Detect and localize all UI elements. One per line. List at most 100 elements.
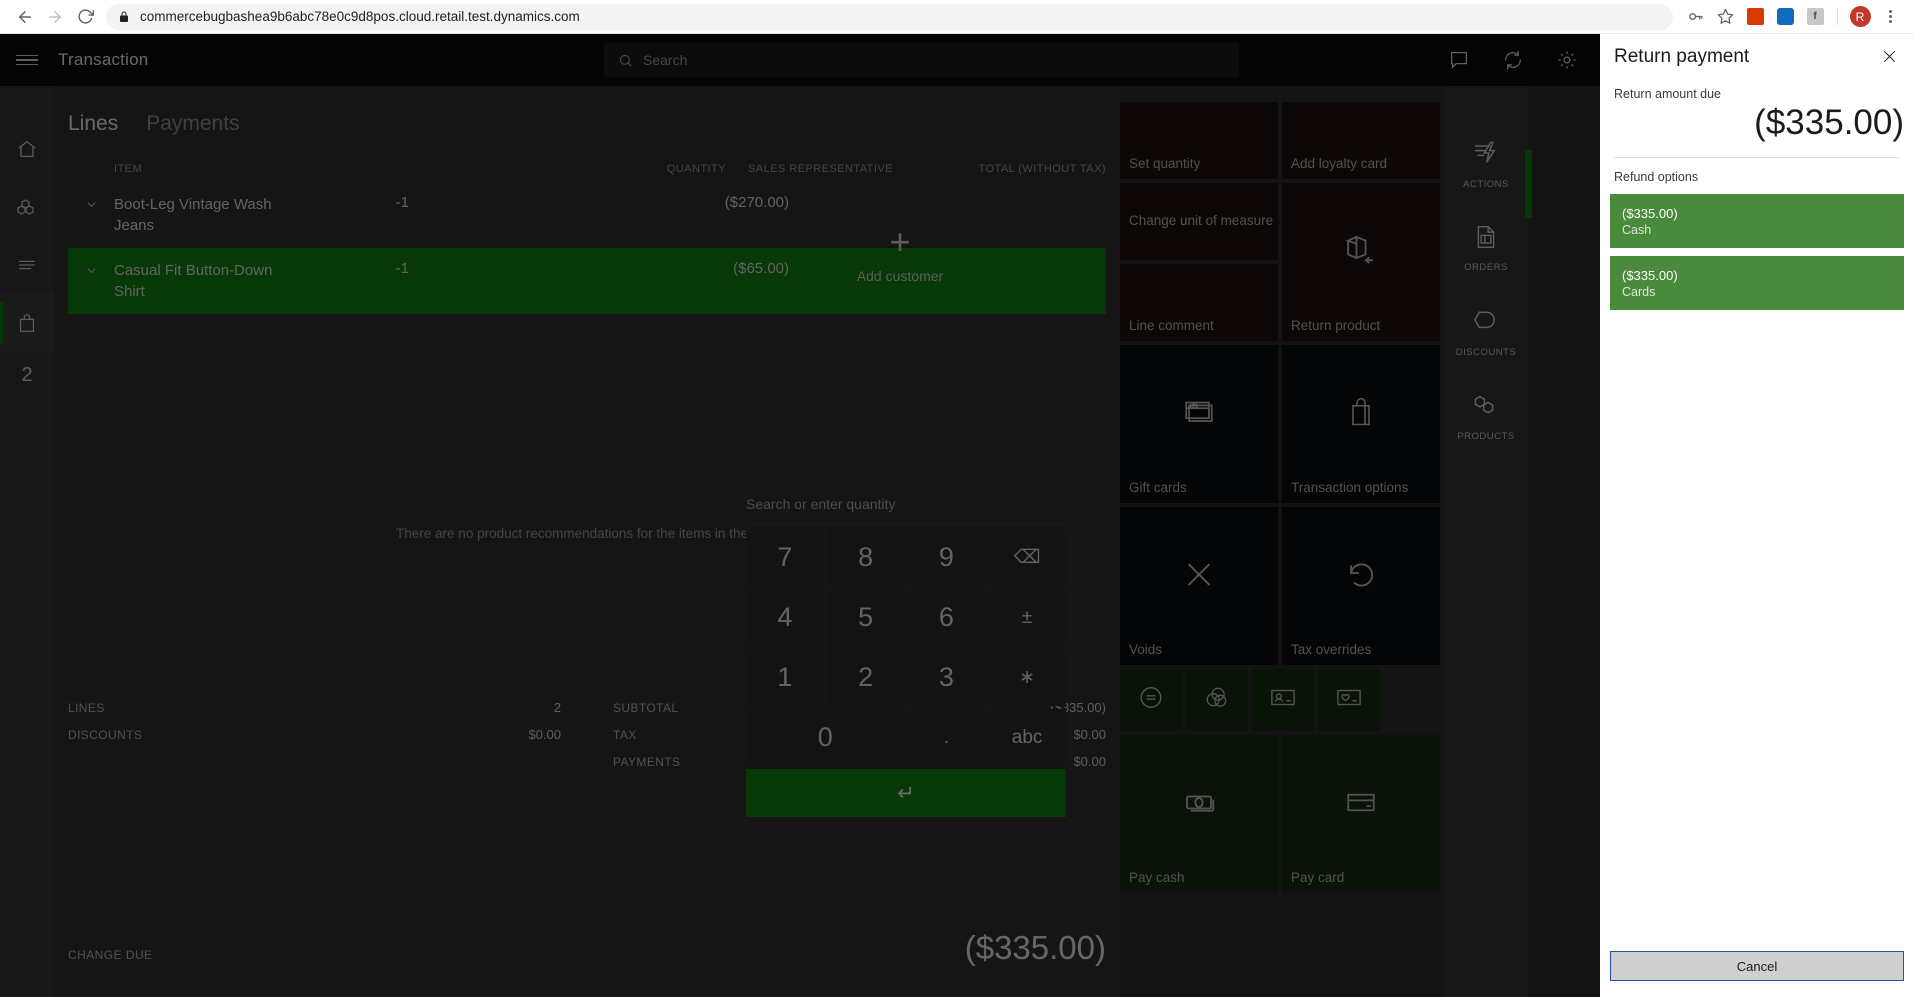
tile-row-5 [1120,669,1440,731]
equals-circle-icon [1138,685,1164,716]
tile-price-check[interactable] [1120,669,1182,731]
search-input[interactable]: Search [604,43,1239,77]
tile-gift-cards[interactable]: Gift cards [1120,345,1278,503]
sidebar-item-inventory[interactable] [0,178,54,236]
office-extension-icon[interactable] [1741,3,1769,31]
numpad-key-8[interactable]: 8 [826,529,905,586]
script-extension-icon[interactable]: f [1801,3,1829,31]
tile-pay-cash[interactable]: Pay cash [1120,735,1278,893]
dialog-spacer [1600,310,1914,951]
rail-label: DISCOUNTS [1455,346,1517,358]
tab-lines[interactable]: Lines [68,112,118,142]
tile-pay-card[interactable]: Pay card [1282,735,1440,893]
return-payment-dialog: Return payment Return amount due ($335.0… [1600,34,1914,997]
rail-discounts[interactable]: DISCOUNTS [1444,290,1528,374]
boxes-icon [1472,391,1500,424]
tab-payments[interactable]: Payments [146,112,239,142]
add-customer-label: Add customer [856,268,944,284]
kebab-menu-icon[interactable] [1876,3,1904,31]
search-icon [618,53,633,68]
tile-label: Add loyalty card [1291,156,1388,171]
browser-toolbar: commercebugbashea9b6abc78e0c9d8pos.cloud… [0,0,1914,34]
sidebar-item-cart[interactable] [0,294,54,352]
sync-icon[interactable] [1500,47,1526,73]
numpad-key-4[interactable]: 4 [746,589,824,646]
tile-voids[interactable]: Voids [1120,507,1278,665]
tile-label: Gift cards [1129,480,1187,495]
tile-label: Transaction options [1291,480,1409,495]
numpad-key-9[interactable]: 9 [907,529,986,586]
numpad-key-3[interactable]: 3 [907,649,986,706]
tile-customer-card[interactable] [1252,669,1314,731]
back-arrow-icon[interactable] [10,2,40,32]
tile-row-1: Set quantity Add loyalty card [1120,102,1440,179]
hamburger-menu-icon[interactable] [0,34,54,86]
numpad-divider [746,524,1066,525]
avatar[interactable]: R [1846,3,1874,31]
sidebar-item-home[interactable] [0,120,54,178]
tile-tax-overrides[interactable]: Tax overrides [1282,507,1440,665]
numpad-key-decimal[interactable]: . [907,709,986,766]
settings-gear-icon[interactable] [1554,47,1580,73]
tile-loyalty-card[interactable] [1318,669,1380,731]
rail-products[interactable]: PRODUCTS [1444,374,1528,458]
totals-value-tax: $0.00 [1073,727,1106,742]
refund-option-cards[interactable]: ($335.00) Cards [1610,256,1904,310]
totals-row-discounts: DISCOUNTS $0.00 [68,721,561,748]
tile-label: Set quantity [1129,156,1201,171]
pos-header: Transaction Search [0,34,1600,86]
tile-currency[interactable] [1186,669,1248,731]
refund-option-cash[interactable]: ($335.00) Cash [1610,194,1904,248]
tile-add-loyalty-card[interactable]: Add loyalty card [1282,102,1440,179]
tile-return-product[interactable]: Return product [1282,183,1440,341]
cancel-button[interactable]: Cancel [1610,951,1904,981]
address-bar[interactable]: commercebugbashea9b6abc78e0c9d8pos.cloud… [106,3,1673,30]
close-x-icon [1182,557,1216,596]
rail-orders[interactable]: ORDERS [1444,206,1528,290]
add-customer-button[interactable]: + Add customer [820,224,980,285]
column-header-total: TOTAL (WITHOUT TAX) [978,163,1106,175]
pos-application: Transaction Search 2 Lines Payments ITEM… [0,34,1914,997]
tile-row-2: Change unit of measure Line comment Retu… [1120,183,1440,341]
tile-line-comment[interactable]: Line comment [1120,264,1278,341]
discount-tag-icon [1472,307,1500,340]
sidebar-item-list[interactable] [0,236,54,294]
tile-label: Line comment [1129,318,1214,333]
numpad-key-6[interactable]: 6 [907,589,986,646]
bookmark-star-icon[interactable] [1711,3,1739,31]
tile-change-unit-of-measure[interactable]: Change unit of measure [1120,183,1278,260]
totals-label-discounts: DISCOUNTS [68,727,143,742]
password-key-icon[interactable] [1681,3,1709,31]
enter-key[interactable]: ↵ [746,769,1066,817]
return-box-icon [1343,232,1379,273]
lock-icon [118,11,130,23]
backspace-icon[interactable]: ⌫ [988,529,1066,586]
quantity-input[interactable]: Search or enter quantity [746,496,1066,524]
numpad-key-7[interactable]: 7 [746,529,824,586]
plus-minus-key[interactable]: ± [988,589,1066,646]
defender-extension-icon[interactable] [1771,3,1799,31]
numpad-key-2[interactable]: 2 [826,649,905,706]
dialog-title: Return payment [1614,46,1750,67]
refund-option-name: Cards [1622,284,1656,299]
tile-transaction-options[interactable]: Transaction options [1282,345,1440,503]
chevron-down-icon[interactable] [68,260,114,278]
numpad-key-abc[interactable]: abc [988,709,1066,766]
close-icon[interactable] [1879,46,1900,71]
messages-icon[interactable] [1446,47,1472,73]
header-icon-group [1446,34,1580,86]
browser-actions: f R [1681,3,1904,31]
reload-icon[interactable] [70,2,100,32]
rail-label: ACTIONS [1463,178,1509,190]
numpad-key-0[interactable]: 0 [746,709,905,766]
chevron-down-icon[interactable] [68,194,114,212]
change-due-bar: CHANGE DUE ($335.00) [54,929,1120,967]
multiply-key[interactable]: ∗ [988,649,1066,706]
tile-set-quantity[interactable]: Set quantity [1120,102,1278,179]
numpad-key-5[interactable]: 5 [826,589,905,646]
coins-icon [1204,685,1230,716]
tile-row-4: Voids Tax overrides [1120,507,1440,665]
numpad-key-1[interactable]: 1 [746,649,824,706]
rail-actions[interactable]: ACTIONS [1444,122,1532,218]
toolbar-divider [1837,8,1838,25]
